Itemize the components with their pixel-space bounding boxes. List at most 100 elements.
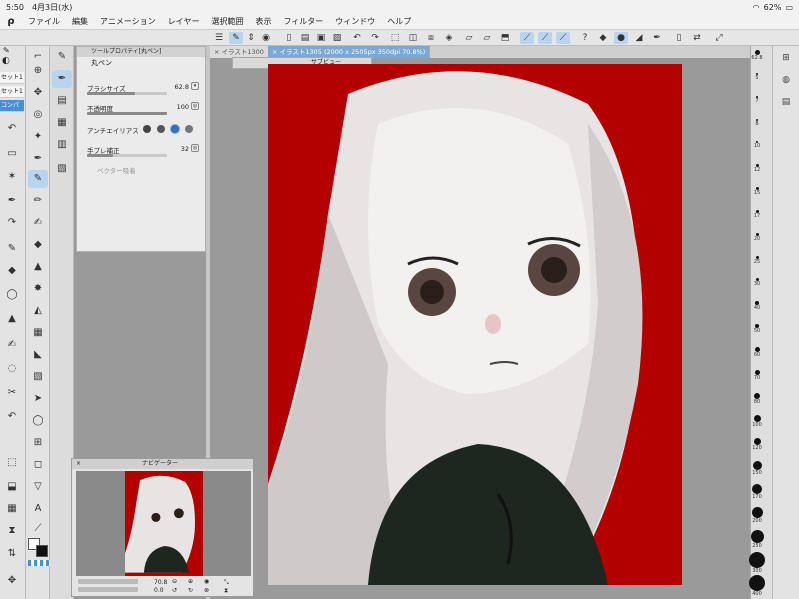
sub-color-swatch[interactable] [36,545,48,557]
menu-view[interactable]: 表示 [249,16,277,27]
blend-icon[interactable]: ● [614,32,628,44]
brush-size-preset[interactable]: 15 [743,187,771,196]
pencil-tool-icon[interactable]: ✏ [28,192,48,210]
undo-side-icon[interactable]: ↶ [2,120,22,138]
zoom-slider[interactable] [78,579,138,584]
app-logo-icon[interactable]: ρ [0,16,22,27]
ruler-snap-icon[interactable]: ⟋ [520,32,534,44]
tool-group-pen-icon[interactable]: ✎ [52,48,72,66]
brush-size-preset[interactable]: 30 [743,278,771,287]
ruler-tool-icon[interactable]: ◻ [28,456,48,474]
tool-group-set-icon[interactable]: ▥ [52,136,72,154]
menu-window[interactable]: ウィンドウ [329,16,381,27]
brush-size-preset[interactable]: 25 [743,255,771,265]
fill-icon[interactable]: ◈ [442,32,456,44]
rotate-left-icon[interactable]: ↺ [172,587,177,594]
antialias-medium-button[interactable] [171,125,179,133]
select-rect-icon[interactable]: ▭ [2,145,22,163]
frame-side-icon[interactable]: ⬚ [2,454,22,472]
pen-tool-icon[interactable]: ✎ [28,170,48,188]
drawing-canvas[interactable] [268,64,682,585]
brush-tool-icon[interactable]: ✍ [28,214,48,232]
pen-group-icon[interactable]: ✎ [0,46,26,56]
menu-layer[interactable]: レイヤー [162,16,206,27]
pen-icon[interactable]: ✒ [650,32,664,44]
autoselect-tool-icon[interactable]: ✦ [28,128,48,146]
decoration-tool-icon[interactable]: ✸ [28,280,48,298]
frame-tool-icon[interactable]: ⊞ [28,434,48,452]
stabilization-row[interactable]: 手ブレ補正 32 ◎ [87,144,199,159]
swap-icon[interactable]: ⇅ [2,545,22,563]
menu-help[interactable]: ヘルプ [381,16,417,27]
eyedropper-tool-icon[interactable]: ✒ [28,150,48,168]
lasso-side-icon[interactable]: ◯ [2,286,22,304]
navigator-header[interactable]: × ナビゲーター [72,459,253,469]
open-icon[interactable]: ▤ [298,32,312,44]
brush-size-preset[interactable]: 20 [743,232,771,242]
brush-size-slider[interactable] [87,92,167,95]
brush-size-preset[interactable]: 200 [743,506,771,524]
eraser-icon[interactable]: ◆ [596,32,610,44]
opacity-options-icon[interactable]: ◎ [191,102,199,110]
pencil-side-icon[interactable]: ✎ [2,240,22,258]
brush-size-preset[interactable]: 250 [743,529,771,549]
invert-selection-icon[interactable]: ◫ [406,32,420,44]
vector-snap-row[interactable]: ベクター吸着 [87,165,199,179]
clear-icon[interactable]: ▱ [462,32,476,44]
redo-side-icon[interactable]: ↷ [2,214,22,232]
device-icon[interactable]: ▯ [672,32,686,44]
gradient-tool-icon[interactable]: ◣ [28,346,48,364]
brush-size-preset[interactable]: 150 [743,461,771,476]
tool-group-brush-icon[interactable]: ✒ [52,70,72,88]
subtool-set-1[interactable]: セット1 [0,72,24,84]
panel-toggle-icon[interactable]: ⊞ [778,50,794,66]
fit-icon[interactable]: ⤡ [224,579,229,587]
stabilization-options-icon[interactable]: ◎ [191,144,199,152]
antialias-strong-button[interactable] [185,125,193,133]
brush-size-preset[interactable]: 8 [743,118,771,127]
antialias-weak-button[interactable] [157,125,165,133]
flip-icon[interactable]: ⧗ [224,587,228,595]
zoom-out-icon[interactable]: ⊖ [172,578,177,585]
transparent-color-swatch[interactable] [28,560,50,566]
crop-icon[interactable]: ⧈ [424,32,438,44]
eraser-tool-icon[interactable]: ◆ [28,236,48,254]
special-ruler-snap-icon[interactable]: ⟋ [538,32,552,44]
text-tool-icon[interactable]: A [28,500,48,518]
deselect-icon[interactable]: ⬚ [388,32,402,44]
brush-size-preset[interactable]: 10 [743,141,771,149]
stabilization-slider[interactable] [87,154,167,157]
mirror-icon[interactable]: ⇄ [690,32,704,44]
brush-icon[interactable]: ◢ [632,32,646,44]
save-icon[interactable]: ▣ [314,32,328,44]
brush-size-preset[interactable]: 170 [743,483,771,500]
rotate-reset-icon[interactable]: ⊗ [204,587,209,594]
transform-side-icon[interactable]: ⬓ [2,478,22,496]
tool-group-color-icon[interactable]: ▦ [52,114,72,132]
brush-size-preset[interactable]: 120 [743,438,771,451]
correct-line-icon[interactable]: ▽ [28,478,48,496]
brush-size-preset[interactable]: 60 [743,346,771,358]
balloon-tool-icon[interactable]: ◯ [28,412,48,430]
rotate-right-icon[interactable]: ↻ [188,587,193,594]
zoom-tool-icon[interactable]: ⊕ [28,62,48,80]
brush-size-preset[interactable]: 70 [743,369,771,381]
mesh-side-icon[interactable]: ▦ [2,500,22,518]
select-side-icon[interactable]: ◌ [2,360,22,378]
brush-size-preset[interactable]: 300 [743,552,771,574]
zoom-in-icon[interactable]: ⊕ [188,578,193,585]
brush-size-row[interactable]: ブラシサイズ 62.8 ▾ [87,82,199,97]
record-icon[interactable]: ◉ [259,32,273,44]
undo-icon[interactable]: ↶ [350,32,364,44]
brush-group-icon[interactable]: ◐ [2,56,22,68]
navigator-close-icon[interactable]: × [76,459,81,469]
menu-animation[interactable]: アニメーション [94,16,162,27]
move-icon[interactable]: ✥ [2,572,22,590]
sparkle-icon[interactable]: ✶ [2,168,22,186]
move-tool-icon[interactable]: ✥ [28,84,48,102]
hamburger-icon[interactable]: ☰ [212,32,226,44]
help-icon[interactable]: ? [578,32,592,44]
tool-group-material-icon[interactable]: ▧ [52,160,72,178]
blend-tool-icon[interactable]: ▲ [28,258,48,276]
fill-tool-icon[interactable]: ◭ [28,302,48,320]
